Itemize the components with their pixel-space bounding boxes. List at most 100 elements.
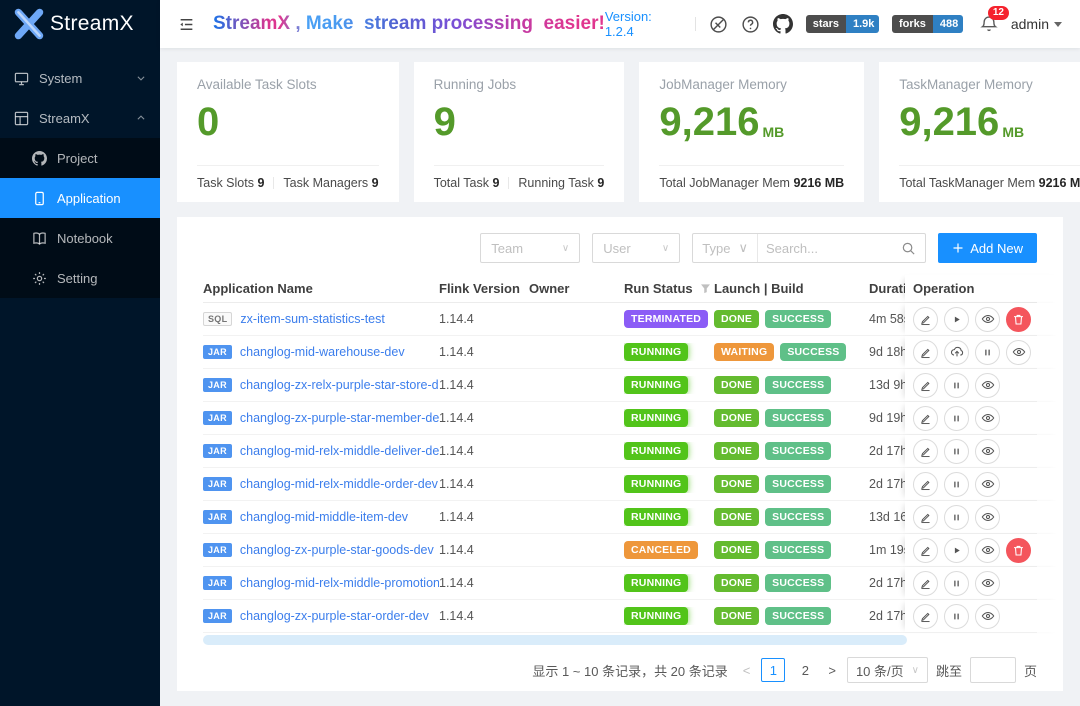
edit-button[interactable] — [913, 538, 938, 563]
operation-cell — [905, 501, 1063, 533]
delete-button[interactable] — [1006, 307, 1031, 332]
pause-button[interactable] — [975, 340, 1000, 365]
col-launch-build: Launch | Build — [714, 281, 869, 296]
launch-status-badge: DONE — [714, 541, 759, 559]
edit-button[interactable] — [913, 571, 938, 596]
launch-status-badge: DONE — [714, 475, 759, 493]
github-button[interactable] — [773, 14, 793, 34]
card-title: Running Jobs — [434, 77, 605, 92]
search-input[interactable] — [758, 241, 901, 256]
play-button[interactable] — [944, 307, 969, 332]
jump-page-input[interactable] — [970, 657, 1016, 683]
scrollbar-thumb[interactable] — [203, 635, 907, 645]
run-status-badge: RUNNING — [624, 607, 688, 625]
application-name-link[interactable]: changlog-zx-purple-star-order-dev — [240, 609, 429, 623]
search-button[interactable] — [901, 241, 925, 256]
sidebar-item-notebook[interactable]: Notebook — [0, 218, 160, 258]
pause-button[interactable] — [944, 472, 969, 497]
eye-button[interactable] — [975, 406, 1000, 431]
card-footer: Total Task 9 Running Task 9 — [434, 166, 605, 190]
pause-button[interactable] — [944, 373, 969, 398]
build-status-badge: SUCCESS — [765, 475, 831, 493]
edit-button[interactable] — [913, 406, 938, 431]
edit-button[interactable] — [913, 604, 938, 629]
sidebar-item-label: Notebook — [57, 231, 146, 246]
pause-button[interactable] — [944, 604, 969, 629]
eye-button[interactable] — [975, 373, 1000, 398]
application-name-link[interactable]: zx-item-sum-statistics-test — [240, 312, 384, 326]
play-icon — [950, 313, 963, 326]
edit-button[interactable] — [913, 307, 938, 332]
setting-icon — [32, 271, 47, 286]
delete-icon — [1012, 313, 1025, 326]
application-name-link[interactable]: changlog-mid-middle-item-dev — [240, 510, 408, 524]
eye-button[interactable] — [975, 439, 1000, 464]
github-forks-badge[interactable]: forks 488 — [892, 15, 963, 33]
lan-button[interactable] — [709, 15, 728, 34]
launch-status-badge: DONE — [714, 409, 759, 427]
add-new-button[interactable]: Add New — [938, 233, 1037, 263]
table-row: JAR changlog-mid-warehouse-dev 1.14.4 RU… — [203, 336, 1037, 369]
sidebar-item-streamx[interactable]: StreamX — [0, 98, 160, 138]
application-name-link[interactable]: changlog-zx-purple-star-goods-dev — [240, 543, 434, 557]
application-name-link[interactable]: changlog-zx-relx-purple-star-store-dev — [240, 378, 439, 392]
job-type-badge: JAR — [203, 477, 232, 491]
filter-bar: Team ∨ User ∨ Type ∨ — [203, 233, 1037, 263]
sidebar-item-application[interactable]: Application — [0, 178, 160, 218]
run-status-badge: RUNNING — [624, 343, 688, 361]
table-row: SQL zx-item-sum-statistics-test 1.14.4 T… — [203, 303, 1037, 336]
pause-button[interactable] — [944, 439, 969, 464]
eye-icon — [981, 312, 995, 326]
run-status-badge: RUNNING — [624, 475, 688, 493]
edit-button[interactable] — [913, 340, 938, 365]
eye-button[interactable] — [975, 571, 1000, 596]
github-stars-badge[interactable]: stars 1.9k — [806, 15, 879, 33]
eye-button[interactable] — [975, 307, 1000, 332]
sidebar-item-label: Application — [57, 191, 146, 206]
application-name-link[interactable]: changlog-mid-relx-middle-deliver-dev — [240, 444, 439, 458]
application-name-link[interactable]: changlog-mid-warehouse-dev — [240, 345, 405, 359]
pause-button[interactable] — [944, 571, 969, 596]
eye-button[interactable] — [975, 604, 1000, 629]
sidebar-item-system[interactable]: System — [0, 58, 160, 98]
user-menu[interactable]: admin — [1011, 16, 1062, 32]
delete-button[interactable] — [1006, 538, 1031, 563]
job-type-badge: JAR — [203, 411, 232, 425]
page-1-button[interactable]: 1 — [761, 658, 785, 682]
application-name-link[interactable]: changlog-mid-relx-middle-promotion-dev — [240, 576, 439, 590]
upload-button[interactable] — [944, 340, 969, 365]
eye-button[interactable] — [975, 472, 1000, 497]
team-select[interactable]: Team ∨ — [480, 233, 580, 263]
page-2-button[interactable]: 2 — [793, 658, 817, 682]
application-name-link[interactable]: changlog-mid-relx-middle-order-dev — [240, 477, 438, 491]
eye-button[interactable] — [1006, 340, 1031, 365]
cloud-upload-icon — [950, 345, 964, 359]
col-application-name: Application Name — [203, 281, 439, 296]
application-name-link[interactable]: changlog-zx-purple-star-member-dev — [240, 411, 439, 425]
edit-button[interactable] — [913, 505, 938, 530]
sidebar-item-project[interactable]: Project — [0, 138, 160, 178]
type-select[interactable]: Type ∨ — [693, 234, 758, 262]
help-button[interactable] — [741, 15, 760, 34]
team-select-value: Team — [491, 241, 523, 256]
edit-button[interactable] — [913, 373, 938, 398]
next-page-button[interactable]: > — [825, 663, 839, 678]
question-circle-icon — [741, 15, 760, 34]
flink-version-cell: 1.14.4 — [439, 378, 529, 392]
build-status-badge: SUCCESS — [765, 541, 831, 559]
prev-page-button[interactable]: < — [740, 663, 754, 678]
pause-icon — [950, 379, 963, 392]
filter-funnel-icon[interactable] — [700, 283, 711, 294]
pause-button[interactable] — [944, 505, 969, 530]
eye-button[interactable] — [975, 538, 1000, 563]
menu-fold-button[interactable] — [174, 12, 199, 37]
user-select[interactable]: User ∨ — [592, 233, 680, 263]
app-logo[interactable]: StreamX — [0, 0, 160, 48]
page-size-select[interactable]: 10 条/页 ∨ — [847, 657, 928, 683]
pause-button[interactable] — [944, 406, 969, 431]
eye-button[interactable] — [975, 505, 1000, 530]
edit-button[interactable] — [913, 439, 938, 464]
sidebar-item-setting[interactable]: Setting — [0, 258, 160, 298]
play-button[interactable] — [944, 538, 969, 563]
edit-button[interactable] — [913, 472, 938, 497]
